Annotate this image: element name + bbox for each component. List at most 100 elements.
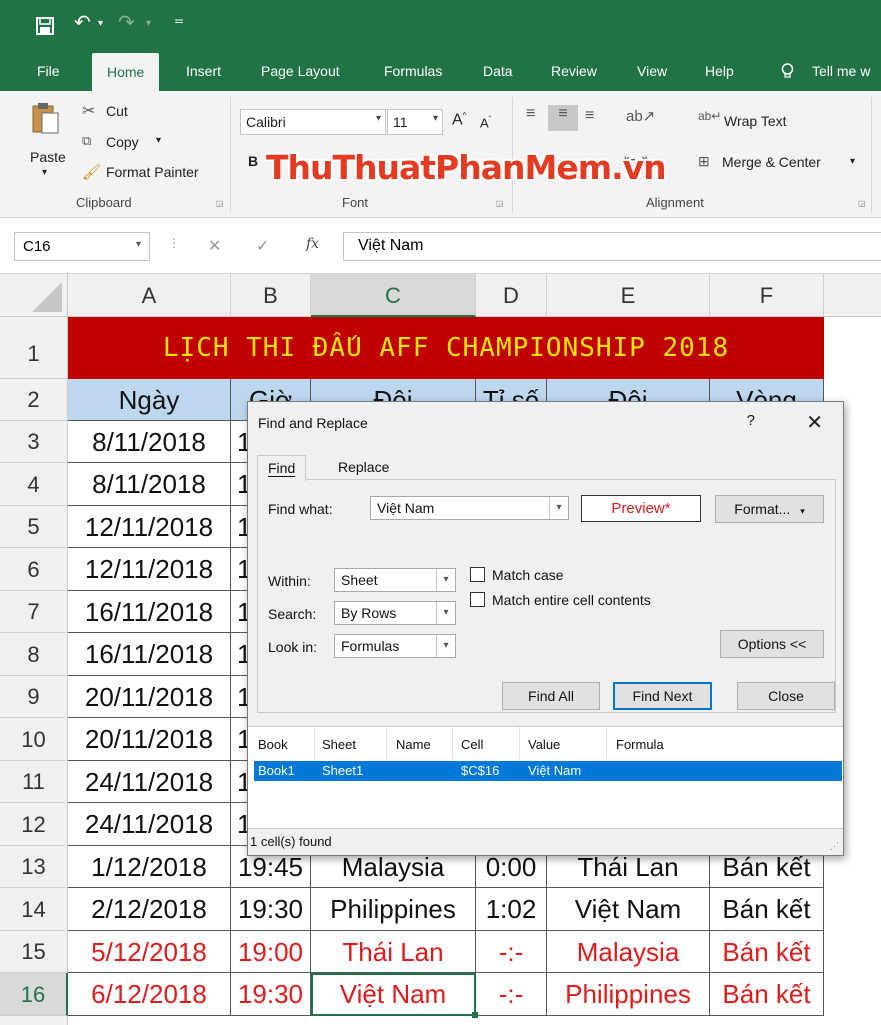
column-header-c[interactable]: C: [311, 274, 476, 317]
date-cell[interactable]: 8/11/2018: [68, 421, 231, 463]
paste-button[interactable]: Paste: [30, 149, 66, 165]
fill-handle[interactable]: [472, 1012, 478, 1018]
column-header-g[interactable]: [824, 274, 881, 317]
find-all-button[interactable]: Find All: [502, 682, 600, 710]
results-col-book[interactable]: Book: [258, 737, 288, 752]
tab-formulas[interactable]: Formulas: [384, 63, 442, 79]
results-col-cell[interactable]: Cell: [461, 737, 483, 752]
column-header-d[interactable]: D: [476, 274, 547, 317]
lightbulb-icon[interactable]: [781, 63, 794, 82]
within-select[interactable]: Sheet ▾: [334, 568, 456, 592]
insert-function-icon[interactable]: fx: [306, 236, 319, 252]
column-header-a[interactable]: A: [68, 274, 231, 317]
enter-icon[interactable]: ✓: [256, 236, 269, 256]
column-header-b[interactable]: B: [231, 274, 311, 317]
row-header[interactable]: 8: [0, 633, 68, 676]
row-header[interactable]: 7: [0, 591, 68, 633]
wrap-text-button[interactable]: Wrap Text: [724, 113, 787, 129]
tab-replace[interactable]: Replace: [328, 455, 399, 480]
copy-dropdown-icon[interactable]: ▾: [156, 135, 161, 146]
date-cell[interactable]: 6/12/2018: [68, 973, 231, 1016]
row-header[interactable]: 9: [0, 676, 68, 718]
header-cell-date[interactable]: Ngày: [68, 379, 231, 421]
tell-me-search[interactable]: Tell me w: [812, 63, 870, 79]
date-cell[interactable]: 8/11/2018: [68, 463, 231, 506]
row-header-2[interactable]: 2: [0, 379, 68, 421]
resize-grip-icon[interactable]: ⋰: [830, 841, 839, 852]
column-header-f[interactable]: F: [710, 274, 824, 317]
date-cell[interactable]: 24/11/2018: [68, 761, 231, 803]
time-cell[interactable]: 19:30: [231, 973, 311, 1016]
date-cell[interactable]: 20/11/2018: [68, 676, 231, 718]
decrease-font-icon[interactable]: Aˇ: [480, 115, 491, 130]
name-box[interactable]: C16 ▾: [14, 232, 150, 261]
selected-cell-c16[interactable]: Việt Nam: [311, 973, 476, 1016]
team2-cell[interactable]: Malaysia: [547, 931, 710, 973]
results-col-name[interactable]: Name: [396, 737, 431, 752]
tab-data[interactable]: Data: [483, 63, 513, 79]
tab-find[interactable]: Find: [257, 455, 307, 481]
find-what-input[interactable]: Việt Nam ▾: [370, 496, 569, 520]
dialog-launcher-icon[interactable]: ◲: [858, 199, 866, 208]
align-top-icon[interactable]: ≡: [526, 105, 535, 123]
cut-button[interactable]: Cut: [106, 103, 128, 119]
time-cell[interactable]: 19:30: [231, 888, 311, 931]
date-cell[interactable]: 24/11/2018: [68, 803, 231, 846]
lookin-select[interactable]: Formulas ▾: [334, 634, 456, 658]
row-header[interactable]: 13: [0, 846, 68, 888]
team1-cell[interactable]: Philippines: [311, 888, 476, 931]
row-header[interactable]: 6: [0, 548, 68, 591]
close-button[interactable]: Close: [737, 682, 835, 710]
date-cell[interactable]: 12/11/2018: [68, 548, 231, 591]
merge-center-button[interactable]: Merge & Center: [722, 154, 821, 170]
tab-home[interactable]: Home: [92, 53, 160, 91]
select-all-corner[interactable]: [0, 274, 68, 317]
bold-button[interactable]: B: [248, 153, 258, 169]
row-header[interactable]: 5: [0, 506, 68, 548]
undo-icon[interactable]: ↶: [74, 10, 91, 34]
round-cell[interactable]: Bán kết: [710, 931, 824, 973]
date-cell[interactable]: 16/11/2018: [68, 633, 231, 676]
copy-icon[interactable]: ⧉: [82, 133, 91, 149]
tab-insert[interactable]: Insert: [186, 63, 221, 79]
match-case-checkbox[interactable]: [470, 567, 485, 582]
find-next-button[interactable]: Find Next: [613, 682, 712, 710]
tab-file[interactable]: File: [37, 63, 60, 79]
schedule-title[interactable]: LỊCH THI ĐẤU AFF CHAMPIONSHIP 2018: [68, 317, 824, 379]
match-entire-checkbox[interactable]: [470, 592, 485, 607]
tab-page-layout[interactable]: Page Layout: [261, 63, 340, 79]
cancel-icon[interactable]: ✕: [208, 236, 221, 256]
tab-help[interactable]: Help: [705, 63, 734, 79]
merge-icon[interactable]: ⊞: [698, 153, 710, 170]
merge-dropdown-icon[interactable]: ▾: [850, 156, 855, 167]
row-header[interactable]: 4: [0, 463, 68, 506]
row-header[interactable]: 3: [0, 421, 68, 463]
row-header[interactable]: 12: [0, 803, 68, 846]
team2-cell[interactable]: Philippines: [547, 973, 710, 1016]
tab-view[interactable]: View: [637, 63, 667, 79]
score-cell[interactable]: 1:02: [476, 888, 547, 931]
chevron-down-icon[interactable]: ▾: [549, 497, 568, 519]
font-name-combo[interactable]: Calibri ▾: [240, 109, 386, 135]
date-cell[interactable]: 5/12/2018: [68, 931, 231, 973]
date-cell[interactable]: 16/11/2018: [68, 591, 231, 633]
date-cell[interactable]: 2/12/2018: [68, 888, 231, 931]
undo-dropdown-icon[interactable]: ▾: [98, 18, 103, 29]
options-button[interactable]: Options <<: [720, 630, 824, 658]
paste-icon[interactable]: [30, 101, 60, 138]
date-cell[interactable]: 12/11/2018: [68, 506, 231, 548]
cut-icon[interactable]: ✂: [82, 101, 95, 121]
formula-input[interactable]: Việt Nam: [343, 232, 881, 261]
results-col-formula[interactable]: Formula: [616, 737, 664, 752]
team1-cell[interactable]: Thái Lan: [311, 931, 476, 973]
search-select[interactable]: By Rows ▾: [334, 601, 456, 625]
dialog-launcher-icon[interactable]: ◲: [496, 199, 504, 208]
results-col-value[interactable]: Value: [528, 737, 560, 752]
row-header-1[interactable]: 1: [0, 317, 68, 379]
copy-button[interactable]: Copy: [106, 134, 139, 150]
score-cell[interactable]: -:-: [476, 931, 547, 973]
column-header-e[interactable]: E: [547, 274, 710, 317]
time-cell[interactable]: 19:00: [231, 931, 311, 973]
align-middle-icon[interactable]: ≡: [548, 105, 578, 131]
row-header[interactable]: 10: [0, 718, 68, 761]
